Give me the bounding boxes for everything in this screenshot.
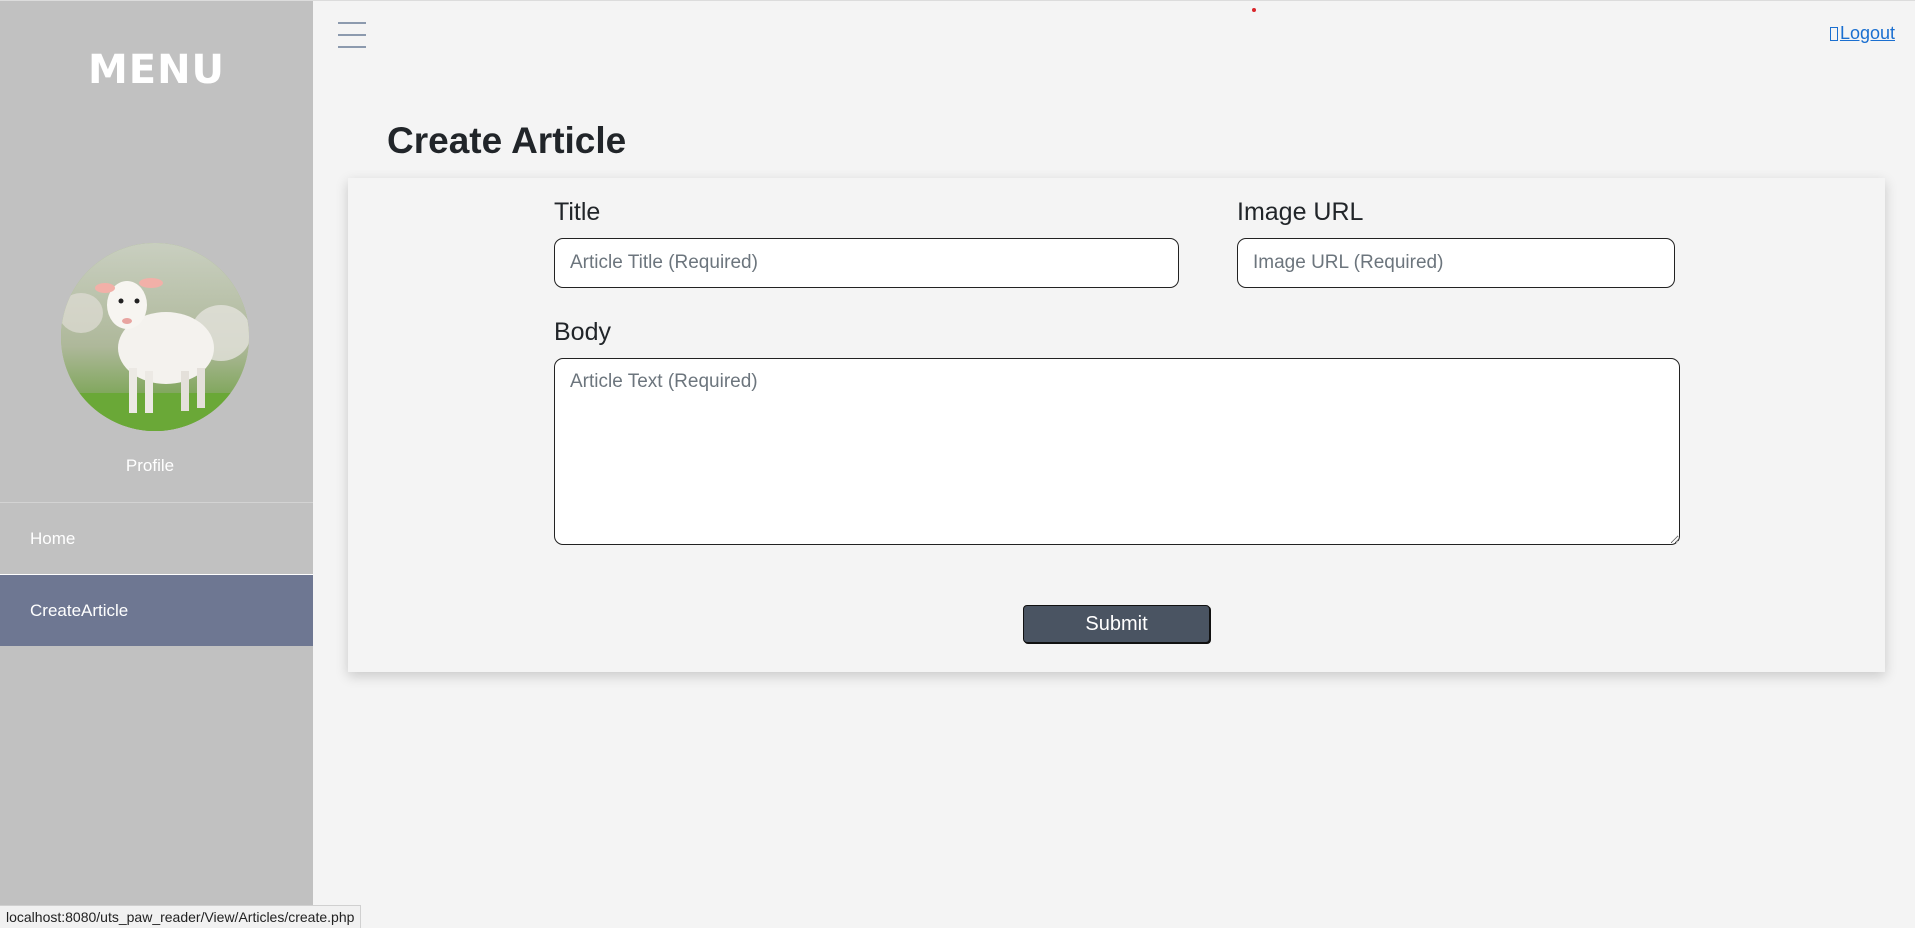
sidebar-nav: Home CreateArticle	[0, 502, 313, 646]
profile-label[interactable]: Profile	[0, 456, 300, 476]
page-title: Create Article	[387, 120, 627, 161]
avatar[interactable]	[61, 243, 249, 431]
logout-icon	[1829, 26, 1838, 41]
lamb-photo-icon	[61, 243, 249, 431]
sidebar-item-home[interactable]: Home	[0, 502, 313, 574]
logout-link[interactable]: Logout	[1829, 23, 1895, 44]
article-form-card: Title Image URL Body Submit	[348, 178, 1885, 672]
body-textarea[interactable]	[554, 358, 1680, 545]
cursor-dot	[1252, 8, 1256, 12]
title-input[interactable]	[554, 238, 1179, 288]
submit-button[interactable]: Submit	[1023, 605, 1210, 643]
sidebar-title: MENU	[87, 47, 226, 93]
sidebar-item-label: CreateArticle	[30, 600, 129, 620]
image-url-label: Image URL	[1237, 198, 1364, 226]
sidebar-item-createarticle[interactable]: CreateArticle	[0, 574, 313, 646]
title-label: Title	[554, 198, 601, 226]
image-url-input[interactable]	[1237, 238, 1675, 288]
sidebar-item-label: Home	[30, 528, 76, 548]
body-label: Body	[554, 318, 611, 346]
sidebar: MENU Profile Home CreateArticle	[0, 1, 313, 928]
logout-label: Logout	[1839, 23, 1895, 43]
hamburger-menu-icon[interactable]	[338, 22, 366, 54]
status-bar-url: localhost:8080/uts_paw_reader/View/Artic…	[0, 905, 362, 928]
